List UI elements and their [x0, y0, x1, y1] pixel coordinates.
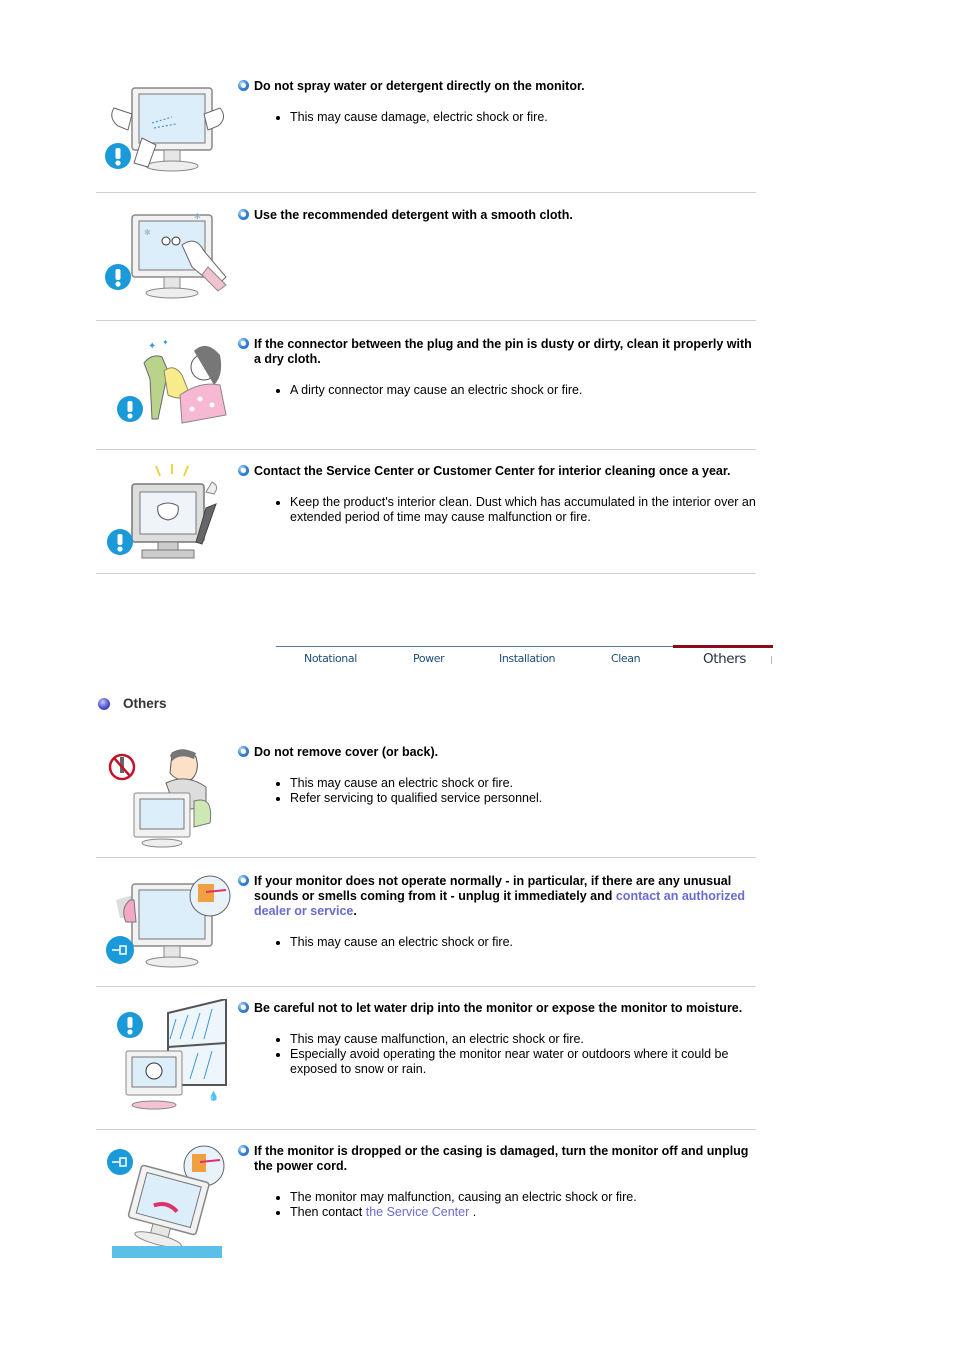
item-heading: Do not spray water or detergent directly… [237, 79, 757, 94]
tab-clean[interactable]: Clean [611, 652, 641, 665]
section-title: Others [98, 696, 167, 711]
tab-notational[interactable]: Notational [304, 652, 357, 665]
item-heading: Do not remove cover (or back). [237, 745, 757, 760]
clean-item: ✻ ✻ Use the recommended detergent with a … [96, 193, 756, 321]
blue-ring-bullet-icon [238, 1002, 249, 1013]
tab-others[interactable]: Others [703, 651, 746, 667]
item-heading: Be careful not to let water drip into th… [237, 1001, 757, 1016]
interior-cleaning-illustration [102, 462, 232, 572]
clean-item: ✦ ✦ If the connector between the plug and… [96, 321, 756, 450]
blue-ring-bullet-icon [238, 80, 249, 91]
monitor-cloth-cleaning-illustration: ✻ ✻ [102, 205, 232, 315]
item-heading: If the monitor is dropped or the casing … [237, 1144, 757, 1174]
tab-separator [771, 656, 772, 664]
svg-text:✦: ✦ [162, 338, 169, 347]
list-item: Then contact the Service Center . [276, 1205, 757, 1220]
item-heading: If your monitor does not operate normall… [237, 874, 757, 919]
unplug-abnormal-monitor-illustration [102, 870, 232, 980]
list-item: This may cause an electric shock or fire… [276, 935, 757, 950]
others-item: Do not remove cover (or back). This may … [96, 735, 756, 858]
active-tab-indicator [673, 645, 773, 648]
divider [96, 573, 756, 574]
list-item: This may cause an electric shock or fire… [276, 776, 757, 791]
item-bullet-list: This may cause an electric shock or fire… [237, 776, 757, 806]
blue-ring-bullet-icon [238, 875, 249, 886]
tab-bar-line [276, 646, 673, 647]
plug-cleaning-illustration: ✦ ✦ [102, 333, 232, 443]
clean-item: Do not spray water or detergent directly… [96, 70, 756, 193]
remove-cover-prohibited-illustration [102, 743, 232, 853]
svg-text:✦: ✦ [148, 341, 156, 352]
list-item: The monitor may malfunction, causing an … [276, 1190, 757, 1205]
list-item: Refer servicing to qualified service per… [276, 791, 757, 806]
list-item: Keep the product's interior clean. Dust … [276, 495, 756, 524]
item-bullet-list: This may cause damage, electric shock or… [237, 110, 757, 125]
svg-text:💧: 💧 [208, 1090, 219, 1101]
clean-item: Contact the Service Center or Customer C… [96, 450, 756, 574]
blue-ring-bullet-icon [238, 1145, 249, 1156]
svg-text:✻: ✻ [144, 228, 151, 237]
svg-text:✻: ✻ [194, 212, 201, 221]
section-tab-bar: Notational Power Installation Clean Othe… [276, 645, 773, 674]
item-bullet-list: Keep the product's interior clean. Dust … [237, 495, 757, 525]
blue-ring-bullet-icon [238, 209, 249, 220]
list-item: A dirty connector may cause an electric … [276, 383, 757, 398]
blue-ring-bullet-icon [238, 746, 249, 757]
item-heading: Contact the Service Center or Customer C… [237, 464, 757, 479]
service-center-link[interactable]: the Service Center [366, 1205, 470, 1219]
list-item: This may cause malfunction, an electric … [276, 1032, 757, 1047]
purple-bullet-icon [98, 698, 110, 710]
blue-ring-bullet-icon [238, 465, 249, 476]
list-item: Especially avoid operating the monitor n… [276, 1047, 757, 1077]
tab-power[interactable]: Power [413, 652, 445, 665]
item-bullet-list: This may cause malfunction, an electric … [237, 1032, 757, 1077]
item-bullet-list: A dirty connector may cause an electric … [237, 383, 757, 398]
monitor-rain-moisture-illustration: 💧 [102, 999, 232, 1110]
tab-installation[interactable]: Installation [499, 652, 556, 665]
others-item: If the monitor is dropped or the casing … [96, 1130, 756, 1270]
item-bullet-list: This may cause an electric shock or fire… [237, 935, 757, 950]
item-heading: If the connector between the plug and th… [237, 337, 757, 367]
monitor-spray-warning-illustration [102, 78, 232, 188]
item-heading: Use the recommended detergent with a smo… [237, 208, 757, 223]
dropped-monitor-illustration [102, 1142, 232, 1260]
blue-ring-bullet-icon [238, 338, 249, 349]
list-item: This may cause damage, electric shock or… [276, 110, 757, 125]
others-item: If your monitor does not operate normall… [96, 858, 756, 987]
item-bullet-list: The monitor may malfunction, causing an … [237, 1190, 757, 1220]
others-item: 💧 Be careful not to let water drip into … [96, 987, 756, 1130]
